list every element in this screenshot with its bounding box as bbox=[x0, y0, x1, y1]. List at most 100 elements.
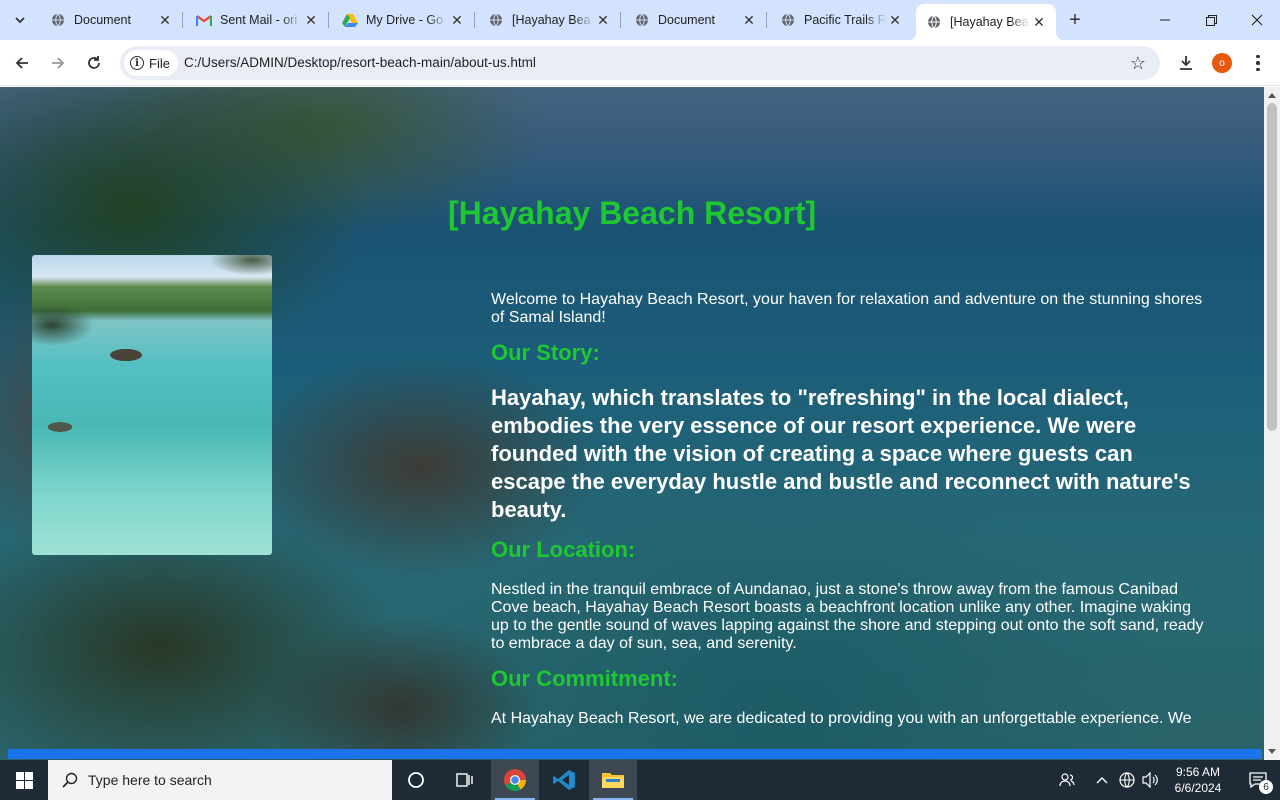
tab-document-1[interactable]: Document ✕ bbox=[40, 4, 183, 36]
welcome-text: Welcome to Hayahay Beach Resort, your ha… bbox=[491, 291, 1203, 326]
scroll-down-arrow-icon[interactable] bbox=[1268, 749, 1276, 754]
tab-separator bbox=[474, 12, 475, 28]
about-content: Welcome to Hayahay Beach Resort, your ha… bbox=[491, 291, 1211, 728]
gmail-icon bbox=[196, 12, 212, 28]
address-bar[interactable]: i File C:/Users/ADMIN/Desktop/resort-bea… bbox=[120, 46, 1160, 80]
restore-button[interactable] bbox=[1188, 0, 1234, 40]
close-icon[interactable]: ✕ bbox=[448, 11, 466, 29]
downloads-button[interactable] bbox=[1170, 47, 1202, 79]
tab-title: [Hayahay Bea bbox=[512, 13, 591, 27]
tab-separator bbox=[182, 12, 183, 28]
clock-time: 9:56 AM bbox=[1175, 765, 1221, 779]
tab-hayahay-1[interactable]: [Hayahay Bea ✕ bbox=[478, 4, 621, 36]
tab-pacific-trails[interactable]: Pacific Trails R ✕ bbox=[770, 4, 912, 36]
profile-avatar[interactable]: o bbox=[1212, 53, 1232, 73]
people-icon bbox=[1059, 773, 1075, 787]
location-text: Nestled in the tranquil embrace of Aunda… bbox=[491, 581, 1204, 652]
menu-dot-icon bbox=[1256, 61, 1260, 65]
volume-button[interactable] bbox=[1140, 760, 1162, 800]
site-info-chip[interactable]: i File bbox=[124, 50, 178, 76]
tab-title: Document bbox=[658, 13, 715, 27]
new-tab-button[interactable]: + bbox=[1063, 8, 1087, 32]
task-view-icon bbox=[456, 773, 473, 787]
tab-search-button[interactable] bbox=[6, 6, 34, 34]
google-drive-icon bbox=[342, 12, 358, 28]
taskbar-clock[interactable]: 9:56 AM 6/6/2024 bbox=[1160, 764, 1236, 796]
commitment-text: At Hayahay Beach Resort, we are dedicate… bbox=[491, 710, 1192, 727]
minimize-button[interactable] bbox=[1142, 0, 1188, 40]
url-text[interactable]: C:/Users/ADMIN/Desktop/resort-beach-main… bbox=[184, 55, 536, 70]
close-window-button[interactable] bbox=[1234, 0, 1280, 40]
location-heading: Our Location: bbox=[491, 537, 636, 562]
tab-hayahay-active[interactable]: [Hayahay Bea ✕ bbox=[908, 4, 1064, 40]
close-icon[interactable]: ✕ bbox=[886, 11, 904, 29]
tab-separator bbox=[620, 12, 621, 28]
back-button[interactable] bbox=[6, 47, 38, 79]
network-button[interactable] bbox=[1116, 760, 1138, 800]
page-footer-bar bbox=[8, 749, 1262, 759]
show-hidden-icons-button[interactable] bbox=[1092, 760, 1112, 800]
tab-document-2[interactable]: Document ✕ bbox=[624, 4, 767, 36]
browser-toolbar: i File C:/Users/ADMIN/Desktop/resort-bea… bbox=[0, 40, 1280, 86]
tab-title: Pacific Trails R bbox=[804, 13, 886, 27]
arrow-left-icon bbox=[15, 57, 28, 69]
info-icon: i bbox=[130, 56, 144, 70]
notification-count-badge: 6 bbox=[1259, 780, 1273, 794]
vertical-scrollbar[interactable] bbox=[1264, 87, 1280, 760]
restore-icon bbox=[1205, 14, 1217, 26]
action-center-button[interactable]: 6 bbox=[1236, 760, 1280, 800]
scroll-up-arrow-icon[interactable] bbox=[1268, 93, 1276, 98]
close-icon[interactable]: ✕ bbox=[156, 11, 174, 29]
menu-dot-icon bbox=[1256, 54, 1260, 59]
search-placeholder: Type here to search bbox=[88, 772, 212, 788]
vscode-icon bbox=[553, 770, 575, 790]
site-title: [Hayahay Beach Resort] bbox=[448, 195, 817, 231]
cortana-button[interactable] bbox=[392, 760, 440, 800]
close-icon[interactable]: ✕ bbox=[1030, 13, 1048, 31]
start-button[interactable] bbox=[0, 760, 48, 800]
close-icon bbox=[1251, 14, 1263, 26]
forward-button[interactable] bbox=[42, 47, 74, 79]
tab-title: [Hayahay Bea bbox=[950, 15, 1029, 29]
tab-title: Sent Mail - ori bbox=[220, 13, 298, 27]
close-icon[interactable]: ✕ bbox=[740, 11, 758, 29]
globe-network-icon bbox=[1119, 772, 1135, 788]
people-button[interactable] bbox=[1054, 760, 1080, 800]
tab-separator bbox=[328, 12, 329, 28]
search-icon bbox=[62, 772, 78, 788]
taskbar-chrome[interactable] bbox=[491, 760, 539, 800]
windows-logo-icon bbox=[15, 771, 33, 789]
chevron-down-icon bbox=[15, 17, 25, 24]
globe-icon bbox=[780, 12, 796, 28]
folder-icon bbox=[602, 773, 624, 788]
tab-title: My Drive - Go bbox=[366, 13, 444, 27]
taskbar-vscode[interactable] bbox=[540, 760, 588, 800]
tab-my-drive[interactable]: My Drive - Go ✕ bbox=[332, 4, 475, 36]
scrollbar-thumb[interactable] bbox=[1267, 103, 1277, 431]
close-icon[interactable]: ✕ bbox=[302, 11, 320, 29]
globe-icon bbox=[488, 12, 504, 28]
speaker-icon bbox=[1142, 772, 1158, 788]
globe-icon bbox=[926, 14, 942, 30]
page-viewport: [Hayahay Beach Resort] Welcome to Hayaha… bbox=[0, 87, 1264, 760]
tab-sent-mail[interactable]: Sent Mail - ori ✕ bbox=[186, 4, 329, 36]
download-icon bbox=[1180, 56, 1192, 70]
beach-photo bbox=[32, 255, 272, 555]
close-icon[interactable]: ✕ bbox=[594, 11, 612, 29]
tab-strip: Document ✕ Sent Mail - ori ✕ My Drive - … bbox=[0, 0, 1280, 40]
cortana-circle-icon bbox=[408, 772, 424, 788]
taskbar-search-box[interactable]: Type here to search bbox=[48, 760, 392, 800]
reload-button[interactable] bbox=[78, 47, 110, 79]
taskbar-file-explorer[interactable] bbox=[589, 760, 637, 800]
minimize-icon bbox=[1160, 19, 1170, 21]
bookmark-star-icon[interactable]: ☆ bbox=[1130, 53, 1146, 74]
plus-icon: + bbox=[1069, 8, 1081, 31]
story-text: Hayahay, which translates to "refreshing… bbox=[491, 385, 1191, 522]
reload-icon bbox=[88, 56, 100, 69]
browser-menu-button[interactable] bbox=[1248, 51, 1268, 75]
tab-title: Document bbox=[74, 13, 131, 27]
globe-icon bbox=[50, 12, 66, 28]
task-view-button[interactable] bbox=[440, 760, 488, 800]
clock-date: 6/6/2024 bbox=[1174, 781, 1222, 795]
commitment-heading: Our Commitment: bbox=[491, 666, 678, 691]
